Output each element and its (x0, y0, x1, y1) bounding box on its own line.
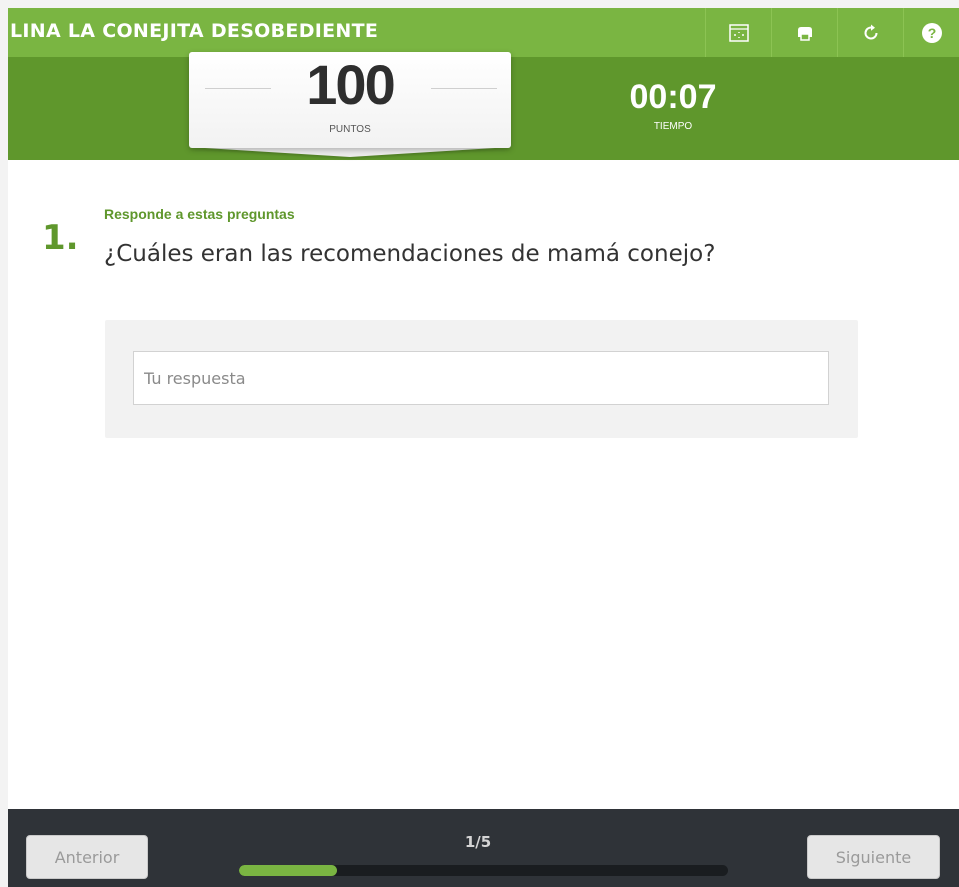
score-band: 100 PUNTOS 00:07 TIEMPO (8, 52, 959, 160)
timer-label: TIEMPO (653, 121, 693, 132)
restart-button[interactable] (837, 8, 903, 57)
title-bar: LINA LA CONEJITA DESOBEDIENTE ? (8, 8, 959, 57)
print-icon (797, 26, 812, 41)
timer-value: 00:07 (629, 78, 717, 116)
fullscreen-icon (728, 23, 749, 42)
fullscreen-button[interactable] (705, 8, 771, 57)
help-icon: ? (921, 22, 942, 43)
footer-bar: Anterior 1/5 Siguiente (8, 809, 959, 887)
answer-panel (105, 320, 858, 438)
score-label: PUNTOS (329, 124, 371, 135)
next-button[interactable]: Siguiente (807, 835, 940, 879)
activity-title: LINA LA CONEJITA DESOBEDIENTE (10, 20, 379, 42)
answer-input[interactable] (133, 351, 829, 405)
scorecard-tip (189, 147, 511, 157)
page-indicator: 1/5 (464, 833, 492, 851)
question-instruction: Responde a estas preguntas (104, 206, 295, 222)
question-number: 1. (42, 218, 79, 258)
score-card: 100 PUNTOS (189, 52, 511, 148)
progress-fill (239, 865, 337, 876)
help-button[interactable]: ? (903, 8, 959, 57)
print-button[interactable] (771, 8, 837, 57)
question-text: ¿Cuáles eran las recomendaciones de mamá… (104, 241, 716, 267)
activity-frame: LINA LA CONEJITA DESOBEDIENTE ? 100 PUNT… (8, 8, 959, 887)
progress-bar (239, 865, 728, 876)
previous-button[interactable]: Anterior (26, 835, 148, 879)
svg-text:?: ? (927, 25, 936, 41)
restart-icon (864, 24, 877, 39)
timer: 00:07 TIEMPO (588, 79, 758, 132)
score-value: 100 (306, 53, 395, 116)
